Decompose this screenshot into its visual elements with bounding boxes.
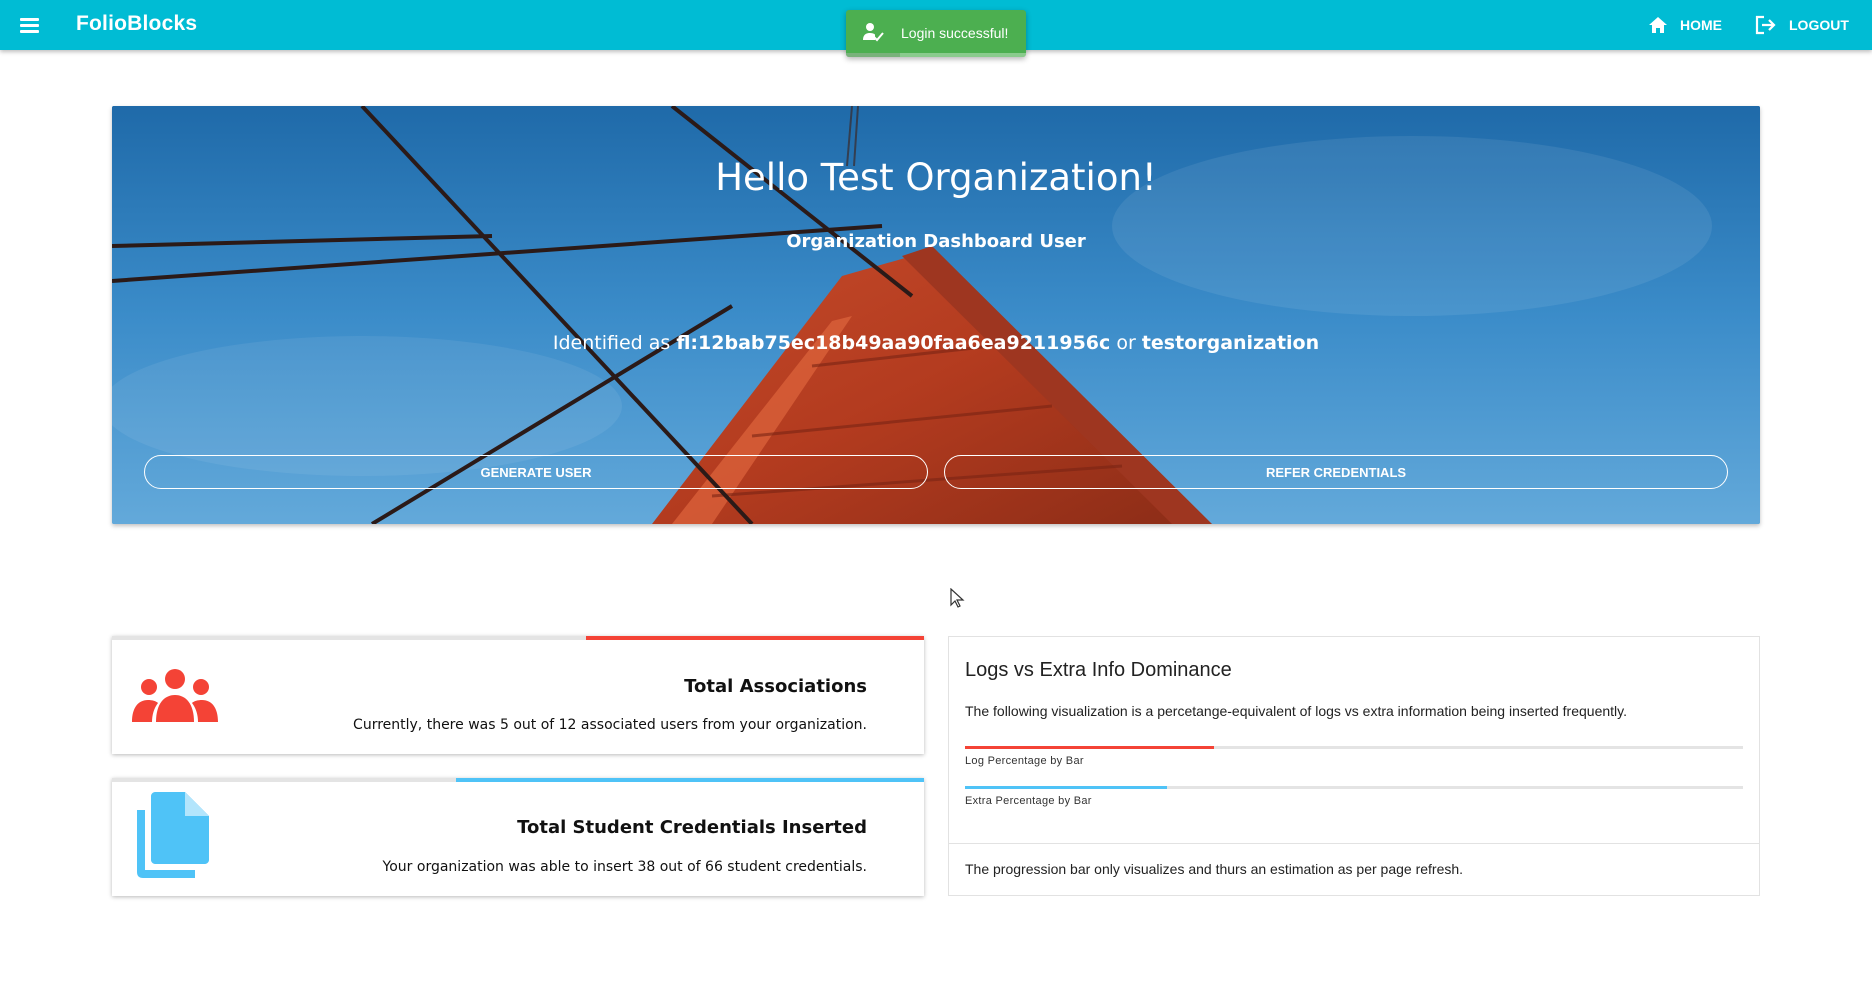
logout-icon	[1755, 15, 1776, 35]
logs-divider	[949, 843, 1759, 844]
extra-percentage-fill	[965, 786, 1168, 789]
associations-progress-track	[112, 636, 924, 640]
document-copy-icon	[137, 792, 209, 878]
toast-progress-track	[846, 53, 1026, 57]
associations-description: Currently, there was 5 out of 12 associa…	[353, 717, 867, 733]
credentials-title: Total Student Credentials Inserted	[517, 817, 867, 838]
hero-identity: Identified as fl:12bab75ec18b49aa90faa6e…	[112, 332, 1760, 354]
login-toast[interactable]: Login successful!	[846, 10, 1026, 57]
logout-button[interactable]: LOGOUT	[1755, 12, 1849, 38]
log-percentage-label: Log Percentage by Bar	[965, 755, 1084, 767]
home-button[interactable]: HOME	[1648, 12, 1722, 38]
home-icon	[1649, 17, 1667, 33]
brand-title[interactable]: FolioBlocks	[76, 12, 197, 36]
log-percentage-fill	[965, 746, 1214, 749]
hero-role: Organization Dashboard User	[786, 231, 1086, 252]
logs-title: Logs vs Extra Info Dominance	[965, 659, 1232, 681]
generate-user-button[interactable]: GENERATE USER	[144, 455, 928, 489]
logs-footnote: The progression bar only visualizes and …	[965, 861, 1464, 877]
home-label: HOME	[1680, 17, 1722, 33]
associations-progress-fill	[585, 636, 924, 640]
menu-icon[interactable]	[18, 14, 42, 36]
identified-prefix: Identified as	[552, 332, 671, 354]
extra-percentage-track	[965, 786, 1743, 789]
logs-description: The following visualization is a perceta…	[965, 703, 1627, 719]
credentials-card: Total Student Credentials Inserted Your …	[112, 778, 924, 896]
log-percentage-track	[965, 746, 1743, 749]
refer-credentials-button[interactable]: REFER CREDENTIALS	[944, 455, 1728, 489]
credentials-description: Your organization was able to insert 38 …	[382, 859, 867, 875]
identifier-value: fl:12bab75ec18b49aa90faa6ea9211956c	[676, 332, 1111, 354]
username-value: testorganization	[1141, 332, 1320, 354]
logout-label: LOGOUT	[1789, 17, 1849, 33]
associations-card: Total Associations Currently, there was …	[112, 636, 924, 754]
credentials-progress-track	[112, 778, 924, 782]
credentials-progress-fill	[456, 778, 924, 782]
toast-progress-fill	[846, 53, 900, 57]
user-check-icon	[863, 23, 884, 42]
hero-banner: Hello Test Organization! Organization Da…	[112, 106, 1760, 524]
associations-title: Total Associations	[684, 676, 867, 697]
mouse-cursor-icon	[950, 588, 965, 608]
identifier-joiner: or	[1116, 332, 1136, 354]
logs-dominance-card: Logs vs Extra Info Dominance The followi…	[948, 636, 1760, 896]
users-group-icon	[132, 669, 218, 722]
toast-message: Login successful!	[901, 25, 1009, 41]
extra-percentage-label: Extra Percentage by Bar	[965, 795, 1092, 807]
hero-greeting: Hello Test Organization!	[715, 156, 1157, 199]
